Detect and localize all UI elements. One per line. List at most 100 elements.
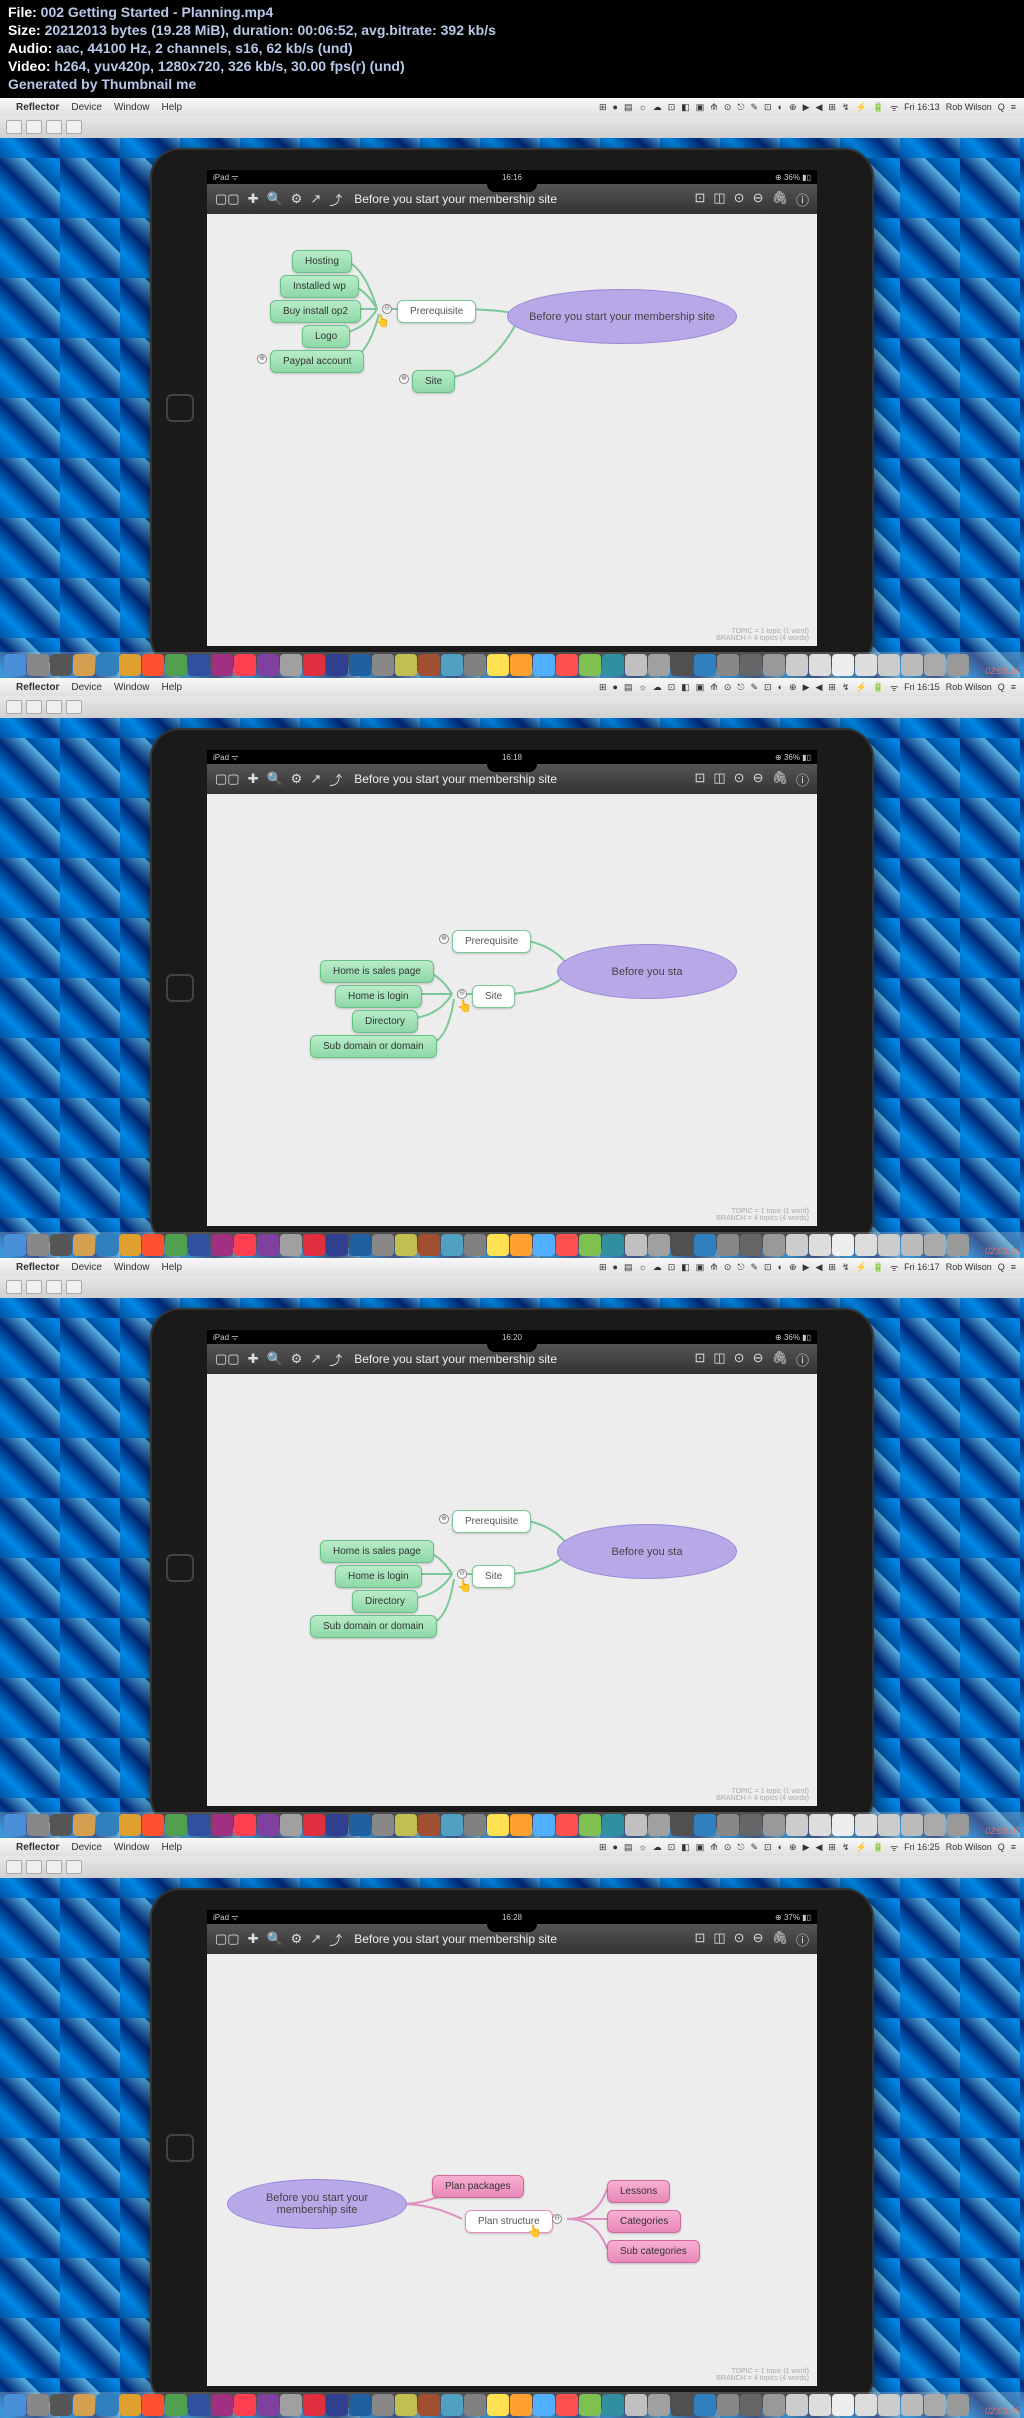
- dock-app-icon[interactable]: [533, 2394, 555, 2416]
- dock-app-icon[interactable]: [280, 2394, 302, 2416]
- toolbar-icon[interactable]: ⊡: [694, 1930, 705, 1949]
- toolbar-icon[interactable]: ◫: [713, 1930, 725, 1949]
- dock-app-icon[interactable]: [395, 1814, 417, 1836]
- toolbar-icon[interactable]: 🖇: [771, 1930, 788, 1949]
- dock-app-icon[interactable]: [487, 1814, 509, 1836]
- central-node[interactable]: Before you sta: [557, 1524, 737, 1579]
- toolbar-btn[interactable]: [26, 700, 42, 714]
- expand-icon[interactable]: ⊕: [439, 934, 449, 944]
- dock-app-icon[interactable]: [280, 1234, 302, 1256]
- menubar-right[interactable]: ⊞●▤☼☁⊡◧▣⟰⊙⎋✎⊡◐⊕▶◀⊞↯⚡🔋ᯤFri 16:17Rob Wilso…: [599, 1261, 1016, 1274]
- dock-app-icon[interactable]: [211, 1814, 233, 1836]
- dock-app-icon[interactable]: [717, 654, 739, 676]
- dock-app-icon[interactable]: [671, 1234, 693, 1256]
- expand-icon[interactable]: ⊖: [552, 2214, 562, 2224]
- dock-app-icon[interactable]: [211, 654, 233, 676]
- dock-app-icon[interactable]: [303, 654, 325, 676]
- dock-app-icon[interactable]: [740, 654, 762, 676]
- dock-app-icon[interactable]: [763, 654, 785, 676]
- node-subdomain[interactable]: Sub domain or domain: [310, 1615, 437, 1638]
- dock-app-icon[interactable]: [142, 654, 164, 676]
- toolbar-btn[interactable]: [6, 1860, 22, 1874]
- dock-app-icon[interactable]: [326, 1814, 348, 1836]
- toolbar-icon[interactable]: ⓘ: [796, 1930, 809, 1949]
- menu-item[interactable]: Device: [71, 1262, 102, 1273]
- macos-dock[interactable]: [0, 2392, 1024, 2418]
- toolbar-btn[interactable]: [66, 1280, 82, 1294]
- dock-app-icon[interactable]: [27, 1814, 49, 1836]
- menu-item[interactable]: Help: [162, 102, 183, 113]
- dock-app-icon[interactable]: [556, 1234, 578, 1256]
- menu-item[interactable]: Device: [71, 682, 102, 693]
- dock-app-icon[interactable]: [878, 2394, 900, 2416]
- node-paypal[interactable]: Paypal account: [270, 350, 364, 373]
- toolbar-icon[interactable]: ⊙: [734, 1930, 745, 1949]
- macos-dock[interactable]: [0, 1812, 1024, 1838]
- dock-app-icon[interactable]: [50, 1234, 72, 1256]
- menu-item[interactable]: Help: [162, 682, 183, 693]
- toolbar-icon[interactable]: ◫: [713, 1350, 725, 1369]
- dock-app-icon[interactable]: [510, 2394, 532, 2416]
- dock-app-icon[interactable]: [947, 654, 969, 676]
- toolbar-btn[interactable]: [6, 700, 22, 714]
- macos-dock[interactable]: [0, 652, 1024, 678]
- dock-app-icon[interactable]: [372, 1814, 394, 1836]
- macos-dock[interactable]: [0, 1232, 1024, 1258]
- dock-app-icon[interactable]: [257, 1234, 279, 1256]
- dock-app-icon[interactable]: [234, 1814, 256, 1836]
- window-toolbar[interactable]: [0, 696, 1024, 718]
- dock-app-icon[interactable]: [717, 1234, 739, 1256]
- dock-app-icon[interactable]: [786, 2394, 808, 2416]
- central-node[interactable]: Before you start your membership site: [227, 2179, 407, 2229]
- node-hosting[interactable]: Hosting: [292, 250, 352, 273]
- dock-app-icon[interactable]: [510, 654, 532, 676]
- dock-app-icon[interactable]: [280, 1814, 302, 1836]
- dock-app-icon[interactable]: [395, 1234, 417, 1256]
- toolbar-icon[interactable]: ⓘ: [796, 1350, 809, 1369]
- dock-app-icon[interactable]: [96, 2394, 118, 2416]
- dock-app-icon[interactable]: [188, 1814, 210, 1836]
- dock-app-icon[interactable]: [96, 654, 118, 676]
- dock-app-icon[interactable]: [510, 1814, 532, 1836]
- dock-app-icon[interactable]: [418, 654, 440, 676]
- menu-item[interactable]: Help: [162, 1842, 183, 1853]
- toolbar-icon[interactable]: ⊖: [753, 770, 764, 789]
- window-toolbar[interactable]: [0, 1856, 1024, 1878]
- dock-app-icon[interactable]: [96, 1234, 118, 1256]
- expand-icon[interactable]: ⊕: [257, 354, 267, 364]
- dock-app-icon[interactable]: [625, 1234, 647, 1256]
- toolbar-icon[interactable]: ↗: [310, 1931, 321, 1947]
- toolbar-icon[interactable]: ⤴: [329, 1930, 342, 1949]
- toolbar-btn[interactable]: [46, 700, 62, 714]
- dock-app-icon[interactable]: [349, 2394, 371, 2416]
- node-site[interactable]: Site: [472, 1565, 515, 1588]
- mindmap-canvas[interactable]: ⊕ Prerequisite Home is sales page Home i…: [207, 1374, 817, 1806]
- dock-app-icon[interactable]: [602, 1234, 624, 1256]
- dock-app-icon[interactable]: [326, 1234, 348, 1256]
- dock-app-icon[interactable]: [165, 2394, 187, 2416]
- toolbar-btn[interactable]: [66, 700, 82, 714]
- toolbar-icon[interactable]: ✚: [248, 771, 259, 787]
- dock-app-icon[interactable]: [740, 2394, 762, 2416]
- dock-app-icon[interactable]: [188, 1234, 210, 1256]
- toolbar-btn[interactable]: [6, 120, 22, 134]
- dock-app-icon[interactable]: [901, 1814, 923, 1836]
- toolbar-icon[interactable]: ⚙: [291, 771, 303, 787]
- dock-app-icon[interactable]: [717, 1814, 739, 1836]
- dock-app-icon[interactable]: [694, 1234, 716, 1256]
- toolbar-icon[interactable]: ⊖: [753, 190, 764, 209]
- toolbar-icon[interactable]: 🔍: [266, 1351, 282, 1367]
- toolbar-btn[interactable]: [26, 120, 42, 134]
- dock-app-icon[interactable]: [809, 2394, 831, 2416]
- dock-app-icon[interactable]: [510, 1234, 532, 1256]
- toolbar-icon[interactable]: 🖇: [771, 190, 788, 209]
- toolbar-icon[interactable]: ✚: [248, 191, 259, 207]
- dock-app-icon[interactable]: [625, 1814, 647, 1836]
- menu-item[interactable]: Window: [114, 1842, 150, 1853]
- expand-icon[interactable]: ⊕: [439, 1514, 449, 1524]
- toolbar-icon[interactable]: ⊙: [734, 1350, 745, 1369]
- macos-menubar[interactable]: Reflector DeviceWindowHelp ⊞●▤☼☁⊡◧▣⟰⊙⎋✎⊡…: [0, 1838, 1024, 1856]
- dock-app-icon[interactable]: [878, 1234, 900, 1256]
- dock-app-icon[interactable]: [832, 2394, 854, 2416]
- toolbar-icon[interactable]: ◫: [713, 190, 725, 209]
